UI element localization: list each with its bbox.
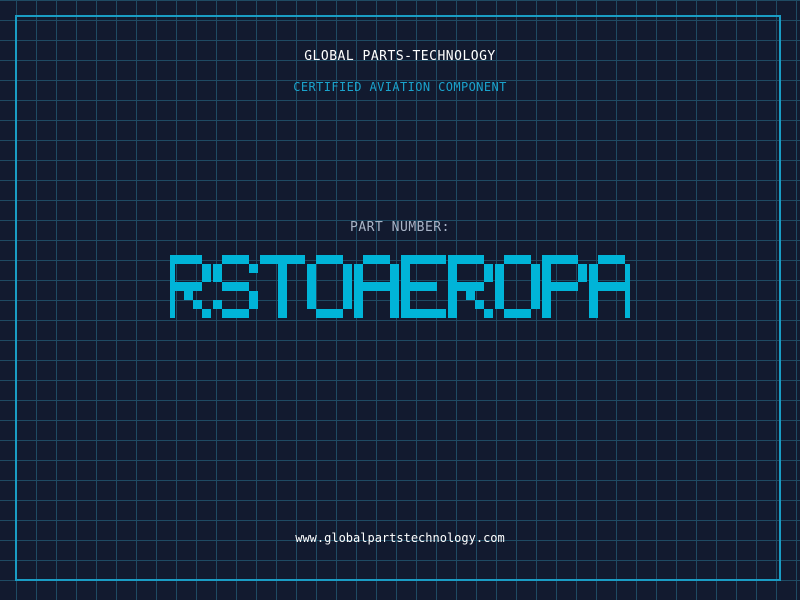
part-number-char [589, 255, 630, 318]
label-card: GLOBAL PARTS-TECHNOLOGY CERTIFIED AVIATI… [0, 0, 800, 600]
part-number-label: PART NUMBER: [350, 220, 450, 235]
part-number-char [260, 255, 305, 318]
part-number-char [307, 255, 352, 318]
certification-subtitle: CERTIFIED AVIATION COMPONENT [293, 80, 507, 94]
company-name: GLOBAL PARTS-TECHNOLOGY [304, 49, 496, 64]
part-number-pixel-text [170, 255, 630, 318]
part-number-char [213, 255, 258, 318]
part-number-char [354, 255, 399, 318]
part-number-char [170, 255, 211, 318]
part-number-display [0, 255, 800, 345]
part-number-char [401, 255, 446, 318]
part-number-char [542, 255, 587, 318]
part-number-char [448, 255, 493, 318]
website-url: www.globalpartstechnology.com [295, 531, 505, 545]
part-number-char [495, 255, 540, 318]
